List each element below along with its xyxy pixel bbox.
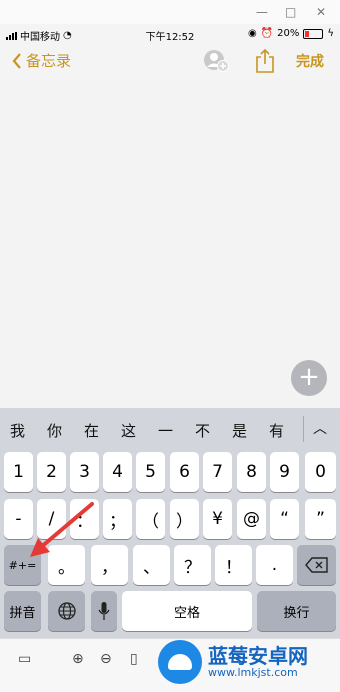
back-button[interactable]: 备忘录 — [12, 50, 71, 71]
key-8[interactable]: 8 — [237, 452, 266, 492]
key-2[interactable]: 2 — [37, 452, 66, 492]
done-button[interactable]: 完成 — [296, 51, 324, 71]
zoom-in-icon[interactable]: ⊕ — [72, 651, 84, 667]
key-yen[interactable]: ¥ — [203, 499, 232, 539]
key-left-paren[interactable]: （ — [136, 499, 165, 539]
add-icon[interactable]: + — [291, 360, 327, 396]
window-controls: — □ ✕ — [0, 0, 340, 24]
key-9[interactable]: 9 — [270, 452, 299, 492]
candidate-word[interactable]: 在 — [84, 420, 99, 441]
lock-rotation-icon: ◉ — [247, 28, 257, 39]
maximize-icon[interactable]: □ — [285, 5, 296, 19]
key-7[interactable]: 7 — [203, 452, 232, 492]
share-icon[interactable] — [255, 48, 275, 74]
key-5[interactable]: 5 — [136, 452, 165, 492]
add-people-icon[interactable] — [203, 49, 229, 73]
android-logo-icon — [158, 640, 202, 684]
key-4[interactable]: 4 — [103, 452, 132, 492]
microphone-icon — [98, 602, 110, 620]
key-semicolon[interactable]: ； — [103, 499, 132, 539]
candidate-word[interactable]: 我 — [10, 420, 25, 441]
watermark: 蓝莓安卓网 www.lmkjst.com — [158, 640, 308, 684]
return-key[interactable]: 换行 — [257, 591, 336, 631]
key-open-quote[interactable]: “ — [270, 499, 299, 539]
key-right-paren[interactable]: ） — [170, 499, 199, 539]
status-bar: 中国移动 ◔ 下午12:52 ◉ ⏰ 20% ϟ — [0, 24, 340, 44]
key-question[interactable]: ？ — [174, 545, 211, 585]
keyboard: 我 你 在 这 一 不 是 有 ︿ 1 2 3 4 5 6 7 8 9 0 - … — [0, 408, 340, 638]
chevron-left-icon — [12, 52, 21, 69]
nav-bar: 备忘录 完成 — [0, 44, 340, 78]
watermark-title: 蓝莓安卓网 — [208, 644, 308, 668]
key-3[interactable]: 3 — [70, 452, 99, 492]
globe-key[interactable] — [48, 591, 85, 631]
symbols-mode-key[interactable]: #+= — [4, 545, 41, 585]
battery-icon — [303, 28, 324, 39]
candidate-divider — [303, 416, 304, 442]
backspace-icon — [304, 557, 328, 573]
space-key[interactable]: 空格 — [122, 591, 252, 631]
dictation-key[interactable] — [91, 591, 117, 631]
fit-icon[interactable]: ▯ — [130, 651, 138, 667]
key-colon[interactable]: ： — [70, 499, 99, 539]
key-dot[interactable]: . — [256, 545, 293, 585]
sidebar-icon[interactable]: ▭ — [18, 651, 31, 667]
key-6[interactable]: 6 — [170, 452, 199, 492]
key-enum-comma[interactable]: 、 — [133, 545, 170, 585]
expand-candidates-icon[interactable]: ︿ — [313, 418, 327, 438]
battery-percent: 20% — [277, 28, 300, 39]
candidate-word[interactable]: 这 — [121, 420, 136, 441]
minimize-icon[interactable]: — — [256, 5, 268, 19]
charging-icon: ϟ — [327, 28, 334, 39]
key-period-cn[interactable]: 。 — [48, 545, 85, 585]
candidate-word[interactable]: 你 — [47, 420, 62, 441]
key-comma-cn[interactable]: ， — [91, 545, 128, 585]
pinyin-key[interactable]: 拼音 — [4, 591, 41, 631]
close-icon[interactable]: ✕ — [316, 5, 326, 19]
watermark-url: www.lmkjst.com — [208, 666, 298, 679]
key-close-quote[interactable]: ” — [305, 499, 336, 539]
candidate-word[interactable]: 一 — [158, 420, 173, 441]
key-slash[interactable]: / — [37, 499, 66, 539]
delete-key[interactable] — [297, 545, 336, 585]
candidate-word[interactable]: 不 — [195, 420, 210, 441]
key-hyphen[interactable]: - — [4, 499, 33, 539]
candidate-word[interactable]: 是 — [232, 420, 247, 441]
globe-icon — [57, 602, 76, 620]
zoom-out-icon[interactable]: ⊖ — [100, 651, 112, 667]
note-editor[interactable] — [0, 78, 340, 408]
alarm-icon: ⏰ — [260, 28, 274, 39]
key-exclaim[interactable]: ！ — [215, 545, 252, 585]
key-0[interactable]: 0 — [305, 452, 336, 492]
candidate-word[interactable]: 有 — [269, 420, 284, 441]
back-label: 备忘录 — [26, 52, 72, 70]
candidate-bar: 我 你 在 这 一 不 是 有 ︿ — [0, 408, 340, 450]
key-at[interactable]: @ — [237, 499, 266, 539]
key-1[interactable]: 1 — [4, 452, 33, 492]
